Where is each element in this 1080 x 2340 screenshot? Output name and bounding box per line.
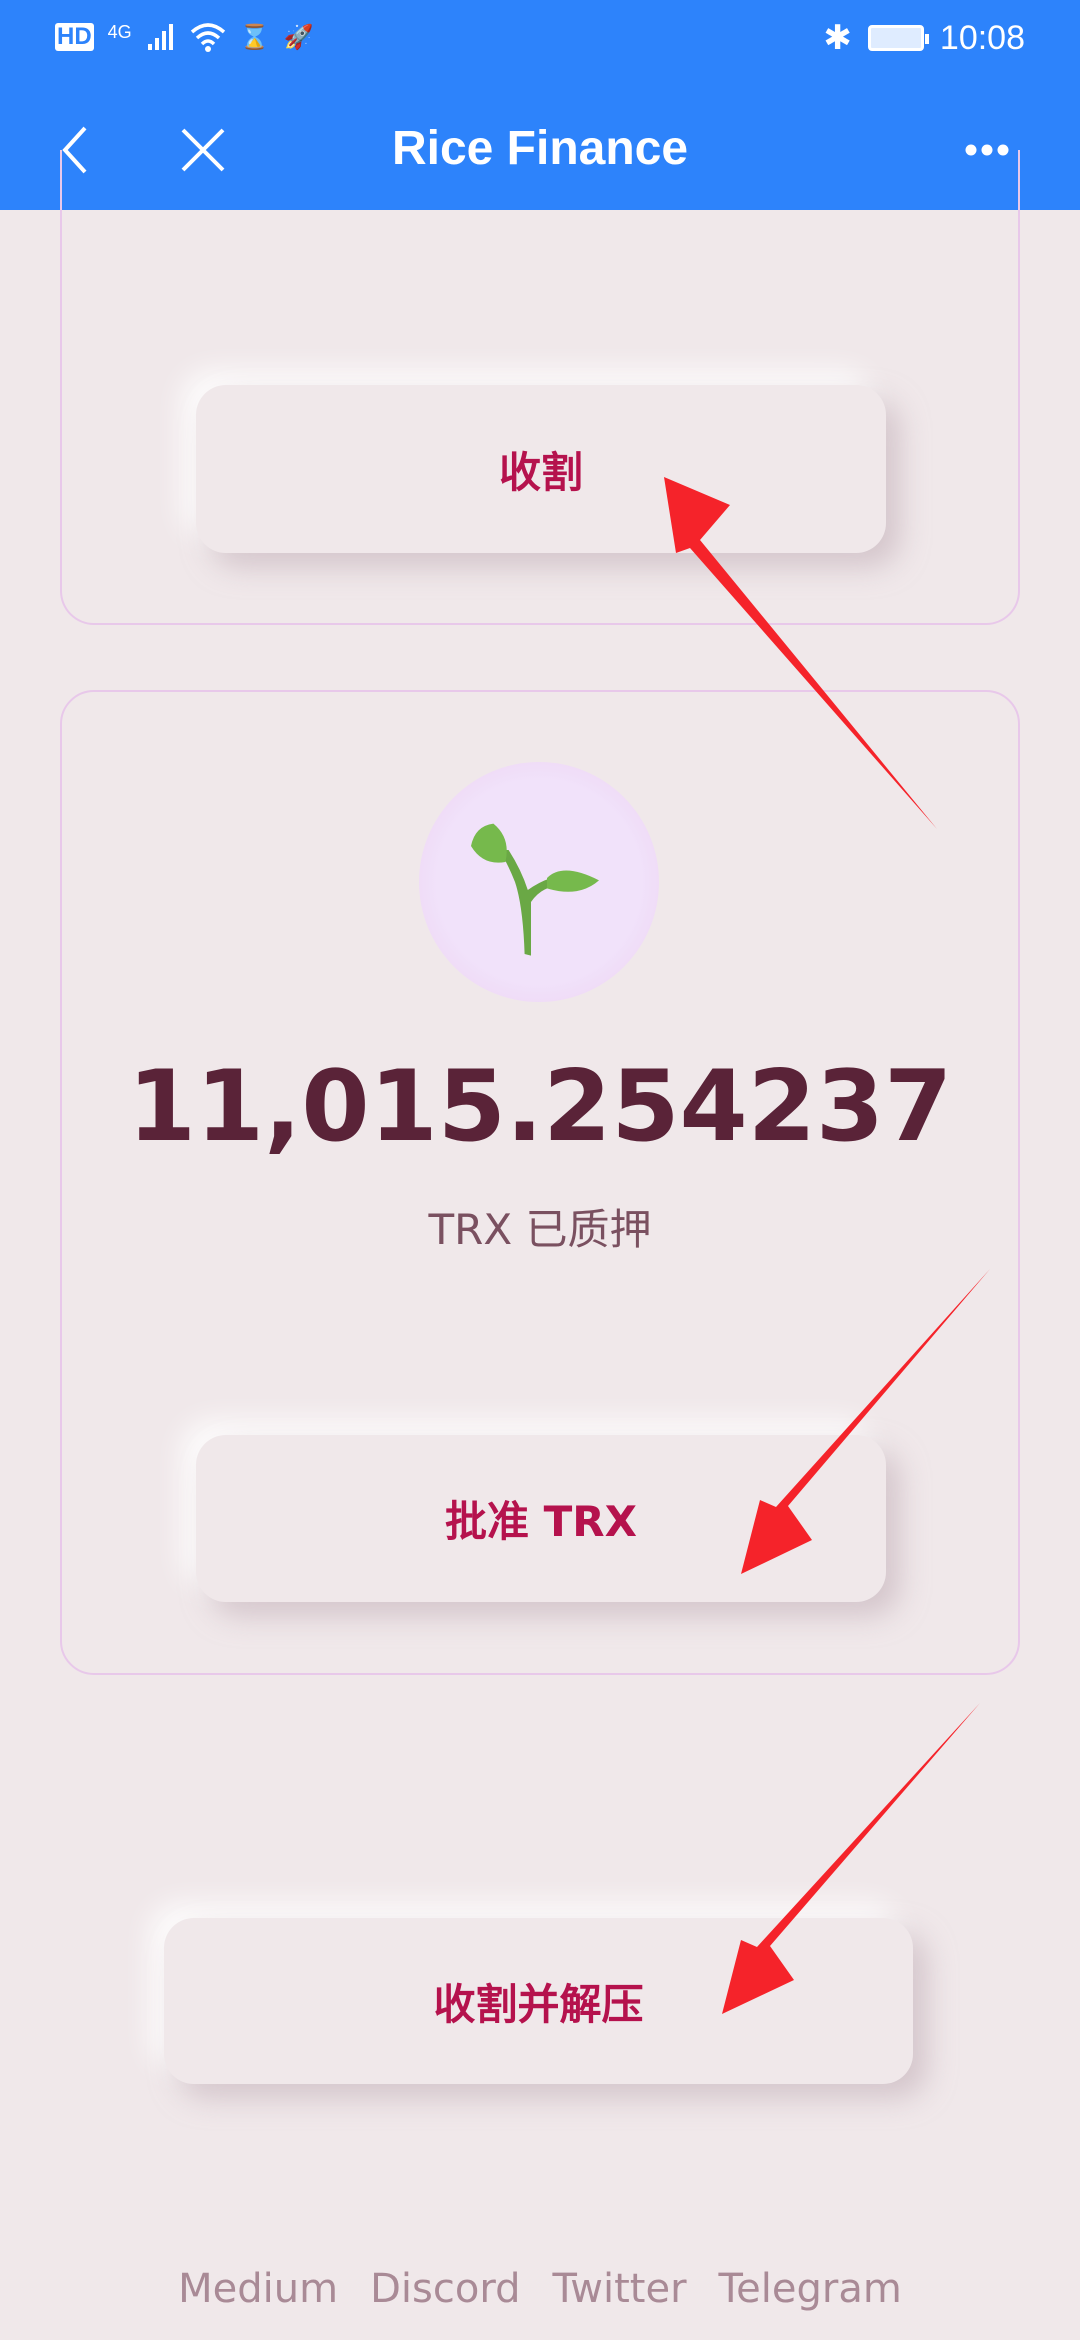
footer-links: Medium Discord Twitter Telegram (0, 2266, 1080, 2312)
footer-link-medium[interactable]: Medium (178, 2266, 338, 2312)
approve-trx-button[interactable]: 批准 TRX (196, 1435, 886, 1602)
staked-amount: 11,015.254237 (127, 1050, 953, 1164)
wifi-icon (190, 23, 225, 52)
sprout-icon (471, 823, 599, 956)
token-avatar (419, 762, 659, 1002)
status-bar: HD 4G ⌛ 🚀 ✱ 10:08 (0, 0, 1080, 95)
network-type: 4G (107, 22, 132, 42)
bluetooth-icon: ✱ (823, 19, 852, 57)
footer-link-twitter[interactable]: Twitter (552, 2266, 686, 2312)
battery-icon (867, 25, 929, 51)
hourglass-icon: ⌛ (239, 23, 270, 51)
signal-icon (147, 24, 173, 50)
rocket-app-icon: 🚀 (283, 23, 314, 51)
footer-link-discord[interactable]: Discord (370, 2266, 520, 2312)
harvest-and-unstake-button[interactable]: 收割并解压 (164, 1918, 913, 2084)
staked-label: TRX 已质押 (428, 1205, 652, 1254)
harvest-button[interactable]: 收割 (196, 385, 886, 553)
clock: 10:08 (939, 18, 1025, 57)
footer-link-telegram[interactable]: Telegram (719, 2266, 902, 2312)
hd-indicator: HD (55, 23, 94, 51)
